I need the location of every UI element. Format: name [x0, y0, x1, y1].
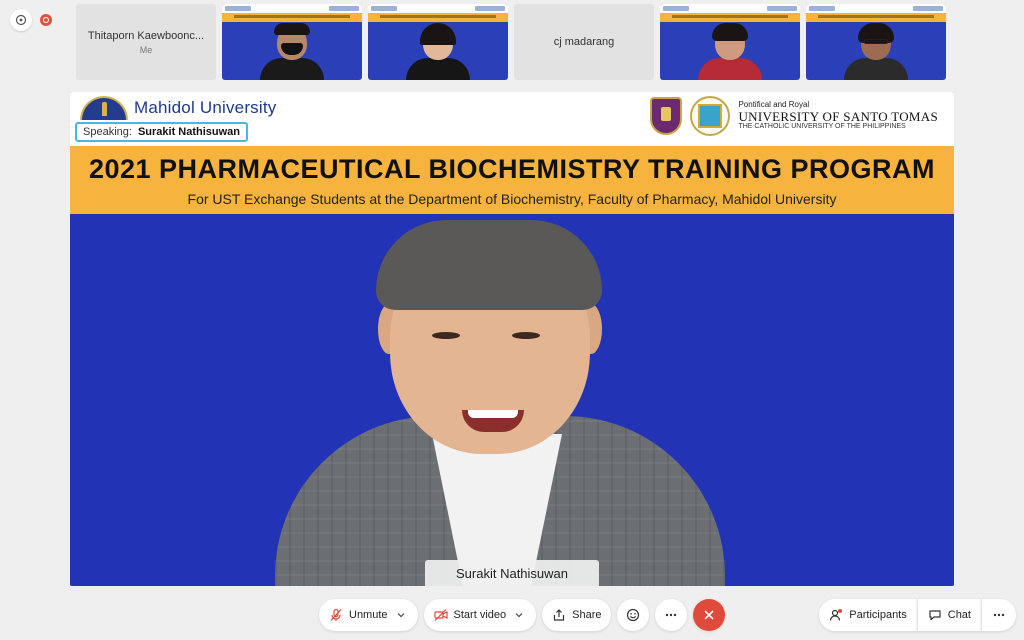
recording-icon: [40, 14, 52, 26]
banner-header: Mahidol University Speaking: Surakit Nat…: [70, 92, 954, 146]
speaking-label: Speaking:: [83, 126, 132, 138]
mini-banner: [806, 4, 946, 22]
faculty-crest-icon: [650, 97, 683, 135]
program-title: 2021 PHARMACEUTICAL BIOCHEMISTRY TRAININ…: [88, 153, 936, 184]
more-icon: [664, 608, 678, 622]
participant-tile-video[interactable]: [368, 4, 508, 80]
chevron-down-icon[interactable]: [394, 608, 408, 622]
meeting-info-icon[interactable]: [10, 9, 32, 31]
smiley-icon: [626, 608, 640, 622]
ust-branding: Pontifical and Royal UNIVERSITY OF SANTO…: [650, 96, 938, 136]
more-options-button[interactable]: [655, 599, 688, 631]
side-panel-toggles: Participants Chat: [819, 599, 1016, 631]
speaker-eye: [512, 332, 540, 339]
speaker-video: Surakit Nathisuwan: [70, 214, 954, 586]
mahidol-name: Mahidol University: [134, 98, 277, 117]
participant-tile-cj[interactable]: cj madarang: [514, 4, 654, 80]
participant-name: cj madarang: [553, 36, 615, 48]
share-icon: [552, 608, 566, 622]
status-icons: [10, 9, 52, 31]
speaker-hair: [376, 220, 602, 310]
speaker-name-tag: Surakit Nathisuwan: [425, 560, 599, 586]
participant-tile-video[interactable]: [806, 4, 946, 80]
chat-icon: [928, 608, 942, 622]
ust-line-2: UNIVERSITY OF SANTO TOMAS: [738, 108, 938, 124]
unmute-button[interactable]: Unmute: [319, 599, 418, 631]
participants-icon: [829, 608, 843, 622]
speaking-name: Surakit Nathisuwan: [137, 126, 241, 138]
start-video-label: Start video: [453, 609, 507, 621]
mini-banner: [222, 4, 362, 22]
chevron-down-icon[interactable]: [512, 608, 526, 622]
leave-meeting-button[interactable]: [693, 599, 726, 631]
participant-video: [698, 23, 762, 80]
more-icon: [992, 608, 1006, 622]
share-button[interactable]: Share: [542, 599, 612, 631]
participant-name: Thitaporn Kaewboonc...: [87, 29, 205, 42]
more-panels-button[interactable]: [981, 599, 1016, 631]
participant-video: [260, 23, 324, 80]
participant-video: [406, 23, 470, 80]
unmute-label: Unmute: [349, 609, 388, 621]
mahidol-logo-icon: [80, 96, 128, 120]
chat-label: Chat: [947, 609, 971, 621]
mini-banner: [660, 4, 800, 22]
participants-label: Participants: [849, 609, 907, 621]
share-label: Share: [572, 609, 602, 621]
participant-me-label: Me: [139, 44, 153, 55]
mic-muted-icon: [329, 608, 343, 622]
speaker-eye: [432, 332, 460, 339]
ust-line-3: THE CATHOLIC UNIVERSITY OF THE PHILIPPIN…: [738, 123, 906, 131]
speaking-indicator: Speaking: Surakit Nathisuwan: [75, 122, 249, 142]
main-video-stage: Mahidol University Speaking: Surakit Nat…: [70, 92, 954, 586]
program-banner: 2021 PHARMACEUTICAL BIOCHEMISTRY TRAININ…: [70, 146, 954, 214]
participant-tile-video[interactable]: [660, 4, 800, 80]
start-video-button[interactable]: Start video: [423, 599, 537, 631]
mahidol-branding: Mahidol University: [80, 96, 276, 120]
mini-banner: [368, 4, 508, 22]
video-off-icon: [433, 608, 448, 622]
participants-button[interactable]: Participants: [819, 599, 917, 631]
ust-seal-icon: [690, 96, 731, 136]
participant-tile-video[interactable]: [222, 4, 362, 80]
participant-tile-self[interactable]: Thitaporn Kaewboonc... Me: [76, 4, 216, 80]
meeting-toolbar: Unmute Start video Share: [319, 599, 726, 631]
participant-video: [844, 23, 908, 80]
participant-strip: Thitaporn Kaewboonc... Me cj madarang: [76, 4, 946, 80]
chat-button[interactable]: Chat: [916, 599, 981, 631]
program-subtitle: For UST Exchange Students at the Departm…: [187, 190, 837, 207]
reactions-button[interactable]: [617, 599, 650, 631]
close-icon: [702, 608, 716, 622]
